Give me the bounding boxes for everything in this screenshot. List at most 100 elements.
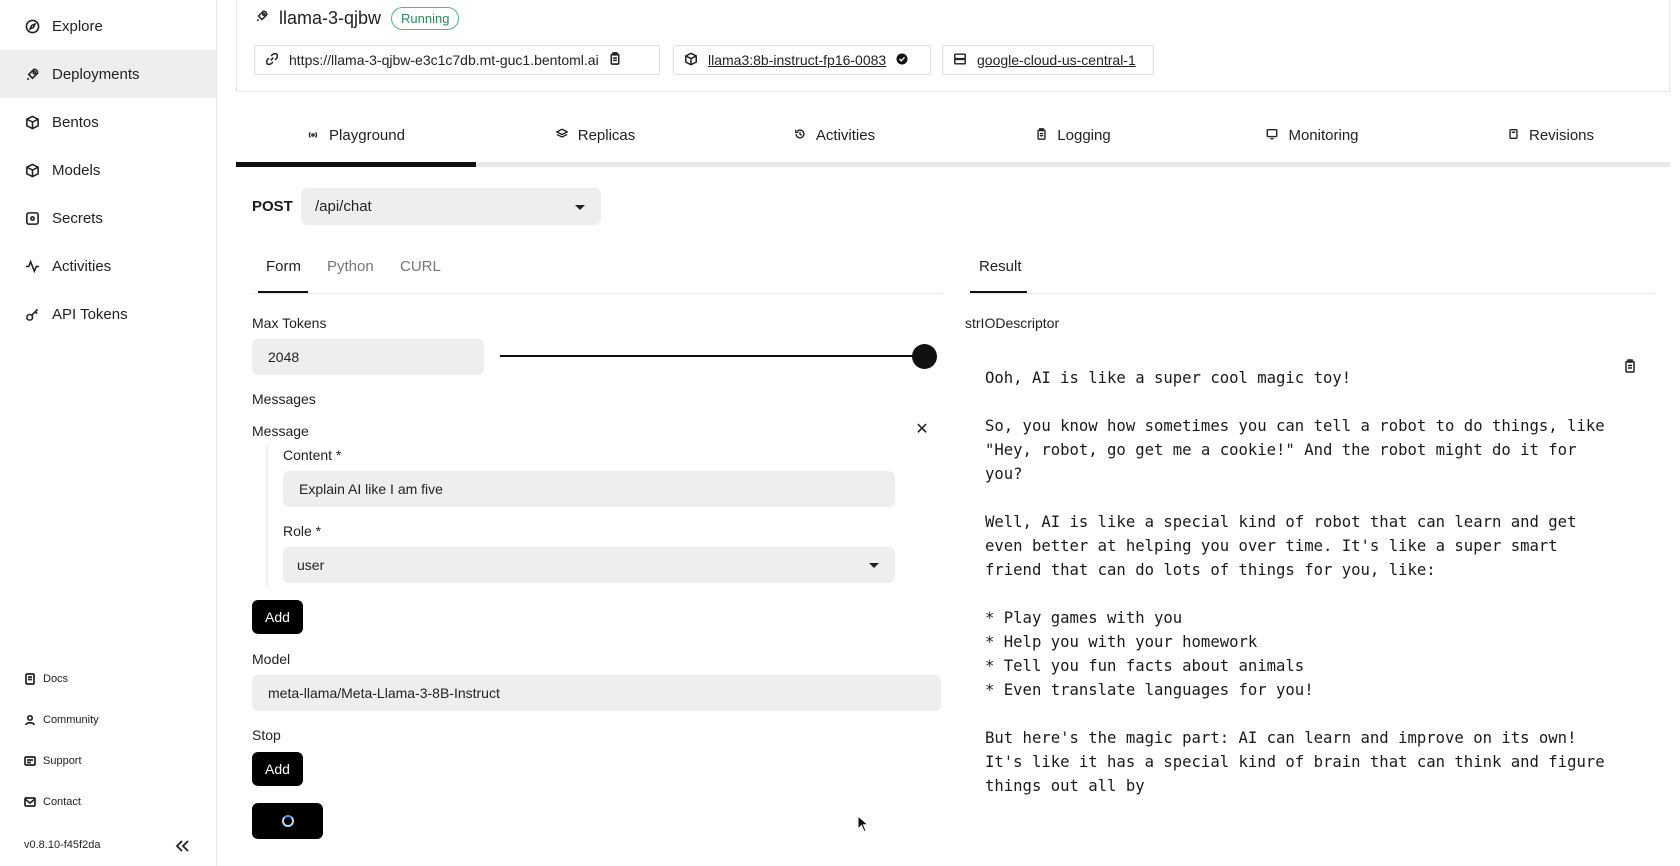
content-value: Explain AI like I am five bbox=[299, 481, 443, 497]
revision-icon bbox=[1508, 127, 1519, 144]
chevron-down-icon bbox=[575, 204, 585, 210]
tab-logging[interactable]: Logging bbox=[954, 107, 1193, 163]
result-line: But here's the magic part: AI can learn … bbox=[985, 729, 1577, 747]
app-root: Explore Deployments Bentos Models Secret… bbox=[0, 0, 1680, 866]
endpoint-select-value: /api/chat bbox=[315, 198, 372, 215]
sidebar-footer-docs[interactable]: Docs bbox=[24, 669, 68, 689]
support-label: Support bbox=[43, 755, 82, 767]
result-line: "Hey, robot, go get me a cookie!" And th… bbox=[985, 441, 1577, 459]
message-indent-rail bbox=[266, 446, 268, 586]
deployment-header: llama-3-qjbw Running https://llama-3-qjb… bbox=[236, 0, 1670, 92]
deployment-title: llama-3-qjbw Running bbox=[255, 7, 460, 30]
sidebar: Explore Deployments Bentos Models Secret… bbox=[0, 0, 217, 866]
monitor-icon bbox=[1266, 127, 1278, 144]
cluster-chip: google-cloud-us-central-1 bbox=[942, 45, 1154, 75]
endpoint-select[interactable]: /api/chat bbox=[301, 188, 601, 225]
subtab-form[interactable]: Form bbox=[266, 258, 301, 275]
result-output: Ooh, AI is like a super cool magic toy! … bbox=[985, 366, 1635, 798]
tab-label: Playground bbox=[329, 126, 405, 144]
rocket-icon bbox=[24, 66, 40, 82]
docs-label: Docs bbox=[43, 673, 69, 685]
copy-icon[interactable] bbox=[609, 52, 621, 68]
sidebar-item-api-tokens[interactable]: API Tokens bbox=[0, 290, 216, 338]
result-line bbox=[985, 390, 1635, 414]
tab-playground[interactable]: Playground bbox=[236, 107, 476, 163]
tab-label: Replicas bbox=[577, 126, 636, 144]
tab-label: Monitoring bbox=[1288, 126, 1359, 144]
max-tokens-label: Max Tokens bbox=[252, 315, 327, 331]
content-label: Content * bbox=[283, 447, 342, 463]
subtab-active-ink bbox=[258, 291, 308, 293]
content-input[interactable]: Explain AI like I am five bbox=[283, 471, 895, 507]
close-icon[interactable]: ✕ bbox=[914, 422, 930, 438]
result-line: Ooh, AI is like a super cool magic toy! bbox=[985, 369, 1352, 387]
tab-active-ink bbox=[236, 162, 476, 167]
add-stop-button[interactable]: Add bbox=[252, 752, 303, 786]
subtab-python[interactable]: Python bbox=[327, 258, 374, 275]
role-label: Role * bbox=[283, 523, 322, 539]
result-descriptor-label: strIODescriptor bbox=[965, 315, 1060, 331]
sidebar-item-label: Explore bbox=[52, 17, 103, 35]
tab-result[interactable]: Result bbox=[979, 258, 1022, 275]
max-tokens-slider-handle[interactable] bbox=[911, 344, 937, 369]
result-line: friend that can do lots of things for yo… bbox=[985, 561, 1436, 579]
role-select[interactable]: user bbox=[283, 547, 895, 583]
sidebar-footer-support[interactable]: Support bbox=[24, 751, 82, 771]
result-line bbox=[985, 582, 1635, 606]
deployment-tabs: Playground Replicas Activities Logging M… bbox=[236, 107, 1670, 167]
doc-icon bbox=[24, 673, 36, 685]
community-icon bbox=[24, 714, 36, 726]
messages-label: Messages bbox=[252, 391, 316, 407]
contact-label: Contact bbox=[43, 796, 81, 808]
sidebar-item-bentos[interactable]: Bentos bbox=[0, 98, 216, 146]
tab-replicas[interactable]: Replicas bbox=[476, 107, 715, 163]
support-icon bbox=[24, 755, 36, 767]
sidebar-item-label: Models bbox=[52, 161, 101, 179]
broadcast-icon bbox=[307, 127, 319, 144]
box-icon bbox=[24, 114, 40, 130]
compass-icon bbox=[24, 18, 40, 34]
cube-icon bbox=[24, 162, 40, 178]
role-select-value: user bbox=[297, 557, 325, 573]
sidebar-item-label: Activities bbox=[52, 257, 112, 275]
box-icon bbox=[684, 51, 698, 69]
link-icon bbox=[265, 52, 279, 69]
endpoint-url[interactable]: https://llama-3-qjbw-e3c1c7db.mt-guc1.be… bbox=[289, 52, 599, 68]
submit-button[interactable] bbox=[252, 803, 323, 839]
tab-label: Logging bbox=[1057, 126, 1111, 144]
loading-spinner-icon bbox=[281, 815, 294, 827]
subtab-curl[interactable]: CURL bbox=[400, 258, 441, 275]
sidebar-item-deployments[interactable]: Deployments bbox=[0, 50, 216, 98]
bento-link[interactable]: llama3:8b-instruct-fp16-0083 bbox=[708, 52, 886, 68]
result-line: * Help you with your homework bbox=[985, 633, 1258, 651]
result-line: you? bbox=[985, 465, 1023, 483]
version-label: v0.8.10-f45f2da bbox=[24, 839, 101, 851]
result-line: even better at helping you over time. It… bbox=[985, 537, 1558, 555]
result-line: * Even translate languages for you! bbox=[985, 681, 1314, 699]
pulse-icon bbox=[24, 258, 40, 274]
http-method: POST bbox=[252, 198, 293, 215]
cluster-link[interactable]: google-cloud-us-central-1 bbox=[977, 52, 1136, 68]
sidebar-item-secrets[interactable]: Secrets bbox=[0, 194, 216, 242]
max-tokens-slider-track[interactable] bbox=[500, 355, 924, 357]
collapse-sidebar-icon[interactable] bbox=[172, 836, 192, 856]
mouse-pointer-icon bbox=[857, 814, 870, 838]
key-icon bbox=[24, 306, 40, 322]
model-input[interactable]: meta-llama/Meta-Llama-3-8B-Instruct bbox=[252, 675, 941, 711]
result-line: It's like it has a special kind of brain… bbox=[985, 753, 1605, 771]
result-line: * Play games with you bbox=[985, 609, 1183, 627]
request-subtabs: Form Python CURL bbox=[252, 250, 942, 294]
max-tokens-input[interactable]: 2048 bbox=[252, 339, 484, 375]
sidebar-item-explore[interactable]: Explore bbox=[0, 2, 216, 50]
add-message-button[interactable]: Add bbox=[252, 600, 303, 634]
result-line bbox=[985, 702, 1635, 726]
tab-activities[interactable]: Activities bbox=[715, 107, 954, 163]
sidebar-item-activities[interactable]: Activities bbox=[0, 242, 216, 290]
tab-monitoring[interactable]: Monitoring bbox=[1193, 107, 1432, 163]
sidebar-footer-community[interactable]: Community bbox=[24, 710, 99, 730]
sidebar-item-models[interactable]: Models bbox=[0, 146, 216, 194]
tab-label: Revisions bbox=[1528, 126, 1595, 144]
sidebar-footer-contact[interactable]: Contact bbox=[24, 792, 81, 812]
tab-revisions[interactable]: Revisions bbox=[1432, 107, 1670, 163]
contact-icon bbox=[24, 796, 36, 808]
